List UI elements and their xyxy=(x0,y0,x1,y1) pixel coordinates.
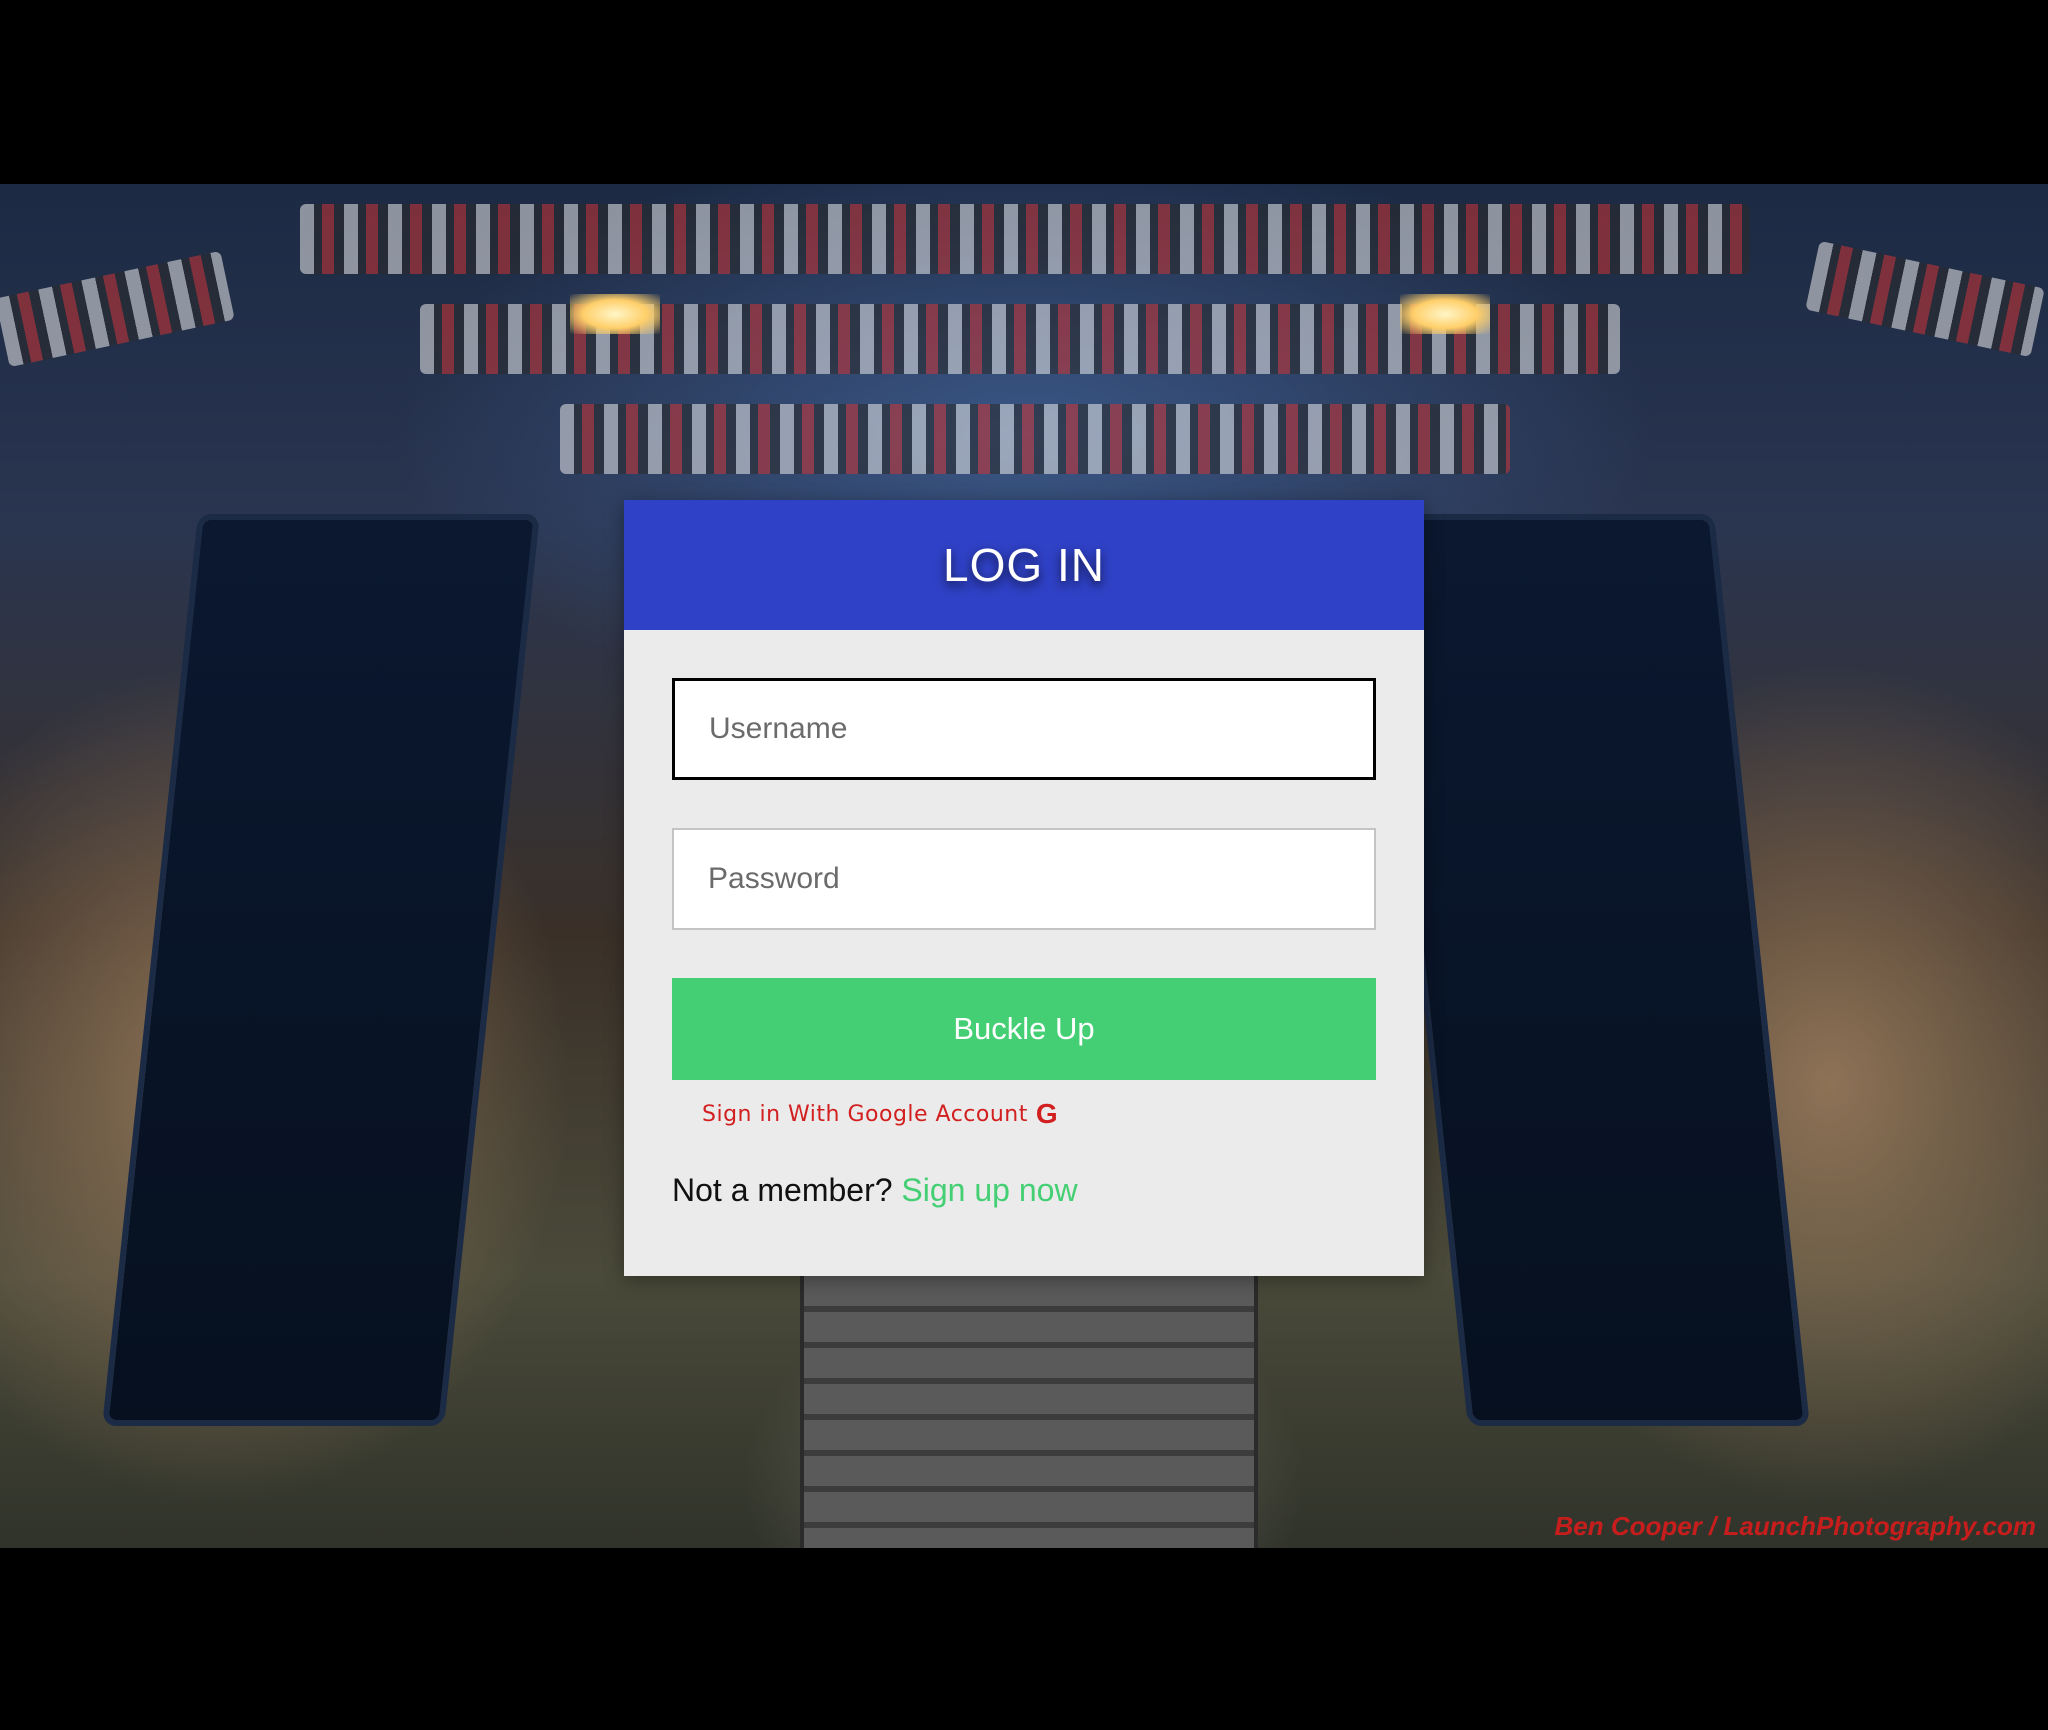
right-seat xyxy=(1372,514,1810,1426)
google-signin-link[interactable]: Sign in With Google Account G xyxy=(702,1098,1058,1130)
login-header: LOG IN xyxy=(624,500,1424,630)
cabin-light xyxy=(1400,294,1490,334)
photo-credit-watermark: Ben Cooper / LaunchPhotography.com xyxy=(1554,1511,2036,1541)
side-panel xyxy=(1805,240,2045,358)
cabin-light xyxy=(570,294,660,334)
google-signin-label: Sign in With Google Account xyxy=(702,1101,1028,1127)
login-card: LOG IN Buckle Up Sign in With Google Acc… xyxy=(624,500,1424,1276)
signup-link[interactable]: Sign up now xyxy=(901,1172,1077,1208)
signup-prompt: Not a member? xyxy=(672,1172,893,1208)
overhead-panel xyxy=(560,404,1510,474)
left-seat xyxy=(102,514,540,1426)
page: Ben Cooper / LaunchPhotography.com LOG I… xyxy=(0,0,2048,1730)
signup-row: Not a member? Sign up now xyxy=(672,1172,1376,1209)
login-form: Buckle Up Sign in With Google Account G … xyxy=(624,630,1424,1209)
side-panel xyxy=(0,250,235,368)
center-console xyxy=(800,1264,1258,1548)
login-title: LOG IN xyxy=(943,539,1105,591)
google-icon: G xyxy=(1035,1098,1059,1129)
buckle-up-button[interactable]: Buckle Up xyxy=(672,978,1376,1080)
overhead-panel xyxy=(300,204,1750,274)
username-input[interactable] xyxy=(672,678,1376,780)
password-input[interactable] xyxy=(672,828,1376,930)
